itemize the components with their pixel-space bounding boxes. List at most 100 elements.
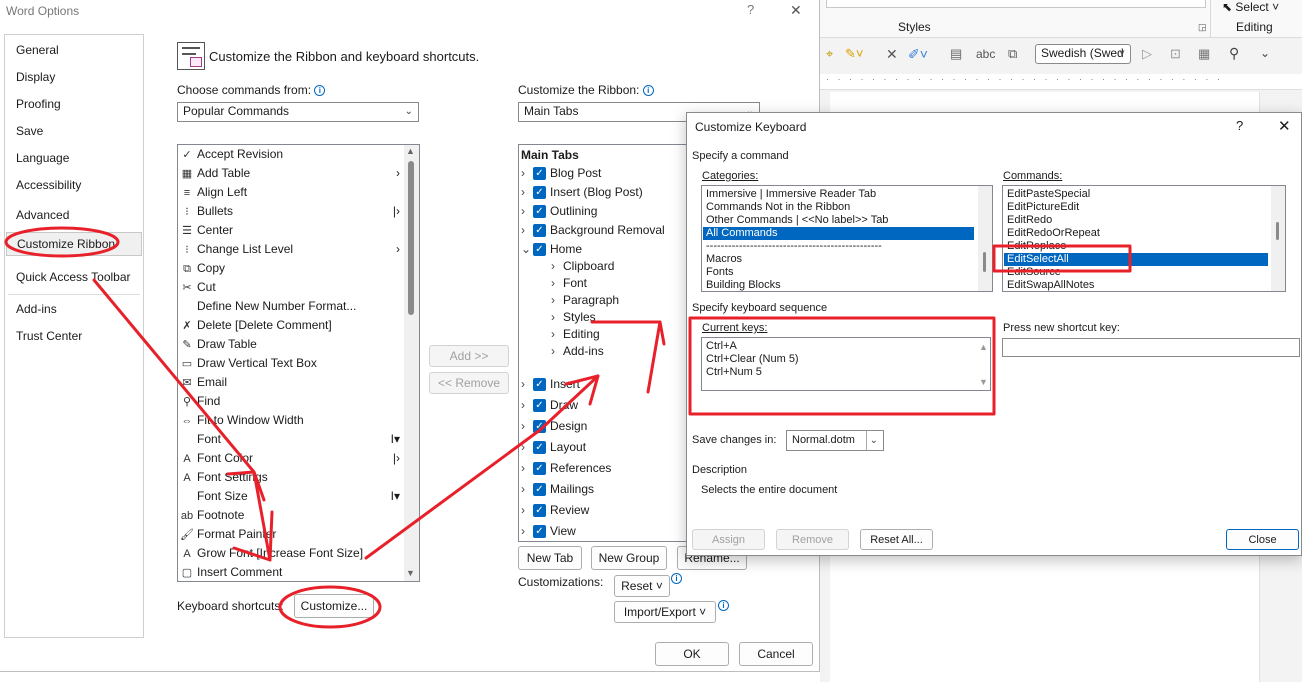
category-item[interactable]: Other Commands | <<No label>> Tab — [703, 214, 974, 227]
checkbox-icon[interactable]: ✓ — [533, 420, 546, 434]
remove-key-button[interactable]: Remove — [776, 529, 849, 550]
nav-item[interactable]: Advanced — [16, 206, 69, 224]
lock-icon[interactable]: ⊡ — [1170, 46, 1181, 62]
pen-icon[interactable]: ✐˅ — [908, 46, 928, 63]
kb-command-item[interactable]: EditRedo — [1004, 214, 1268, 227]
more-icon[interactable]: ⌄ — [1260, 46, 1270, 60]
command-list-item[interactable]: ✉ Email — [180, 373, 402, 392]
expand-icon[interactable]: › — [521, 221, 533, 240]
checkbox-icon[interactable]: ✓ — [533, 504, 546, 518]
checkbox-icon[interactable]: ✓ — [533, 525, 546, 539]
help-icon[interactable]: ? — [747, 2, 754, 17]
expand-icon[interactable]: › — [521, 438, 533, 457]
assign-button[interactable]: Assign — [692, 529, 765, 550]
expand-icon[interactable]: › — [521, 375, 533, 394]
expand-icon[interactable]: › — [521, 480, 533, 499]
highlight-icon[interactable]: ⌖ — [826, 46, 833, 62]
tree-item[interactable]: › ✓ Outlining — [521, 202, 597, 221]
press-new-input[interactable] — [1002, 338, 1300, 357]
sensitivity-icon[interactable]: ▷ — [1142, 46, 1152, 62]
styles-gallery-box[interactable] — [826, 0, 1206, 8]
language-dropdown[interactable]: Swedish (Swed ˅ — [1035, 44, 1131, 64]
close-icon[interactable]: ✕ — [790, 2, 802, 19]
command-list-item[interactable]: ⧉ Copy — [180, 259, 402, 278]
command-list-item[interactable]: A Font Color |› — [180, 449, 402, 468]
current-key-item[interactable]: Ctrl+Clear (Num 5) — [703, 353, 963, 366]
spelling-icon[interactable]: abc — [976, 47, 995, 61]
add-button[interactable]: Add >> — [429, 345, 509, 367]
save-changes-dropdown[interactable]: Normal.dotm ⌄ — [786, 430, 884, 451]
command-list-item[interactable]: Define New Number Format... — [180, 297, 402, 316]
checkbox-icon[interactable]: ✓ — [533, 205, 546, 219]
category-item[interactable]: All Commands — [703, 227, 974, 240]
expand-icon[interactable]: › — [521, 417, 533, 436]
tree-item[interactable]: › ✓ References — [521, 459, 611, 478]
command-list-item[interactable]: ▦ Add Table › — [180, 164, 402, 183]
scroll-down-icon[interactable]: ▼ — [979, 377, 988, 387]
translate-icon[interactable]: ⧉ — [1008, 46, 1017, 62]
kb-command-item[interactable]: EditSource — [1004, 266, 1268, 279]
kb-command-item[interactable]: EditSelectAll — [1004, 253, 1268, 266]
import-export-button[interactable]: Import/Export ˅ — [614, 601, 716, 623]
command-list-item[interactable]: ✎ Draw Table — [180, 335, 402, 354]
category-item[interactable]: Fonts — [703, 266, 974, 279]
highlight-color-icon[interactable]: ✎˅ — [845, 46, 863, 62]
checkbox-icon[interactable]: ✓ — [533, 224, 546, 238]
checkbox-icon[interactable]: ✓ — [533, 441, 546, 455]
new-tab-button[interactable]: New Tab — [518, 546, 582, 570]
scrollbar-thumb[interactable] — [983, 252, 986, 272]
kb-command-item[interactable]: EditRedoOrRepeat — [1004, 227, 1268, 240]
nav-item[interactable]: Accessibility — [16, 176, 81, 194]
cancel-button[interactable]: Cancel — [739, 642, 813, 666]
expand-icon[interactable]: › — [521, 396, 533, 415]
tree-item[interactable]: › ✓ Blog Post — [521, 164, 601, 183]
checkbox-icon[interactable]: ✓ — [533, 186, 546, 200]
nav-item[interactable]: Save — [16, 122, 43, 140]
expand-icon[interactable]: › — [551, 342, 563, 361]
tree-item[interactable]: › ✓ Layout — [521, 438, 586, 457]
customize-keyboard-button[interactable]: Customize... — [294, 594, 374, 618]
command-list-item[interactable]: ✓ Accept Revision — [180, 145, 402, 164]
kb-commands-list[interactable]: EditPasteSpecial EditPictureEdit EditRedo E… — [1002, 185, 1286, 292]
expand-icon[interactable]: › — [521, 183, 533, 202]
checkbox-icon[interactable]: ✓ — [533, 462, 546, 476]
command-list-item[interactable]: ▢ Insert Comment — [180, 563, 402, 581]
editor-icon[interactable]: ▦ — [1198, 46, 1210, 62]
command-list-item[interactable]: Font I▾ — [180, 430, 402, 449]
current-key-item[interactable]: Ctrl+Num 5 — [703, 366, 963, 379]
info-icon[interactable]: i — [671, 573, 682, 584]
checkbox-icon[interactable]: ✓ — [533, 399, 546, 413]
new-group-button[interactable]: New Group — [591, 546, 667, 570]
current-key-item[interactable]: Ctrl+A — [703, 340, 963, 353]
scrollbar-thumb[interactable] — [408, 161, 414, 315]
choose-commands-dropdown[interactable]: Popular Commands ⌄ — [177, 102, 419, 122]
categories-list[interactable]: Immersive | Immersive Reader Tab Commands… — [701, 185, 993, 292]
nav-item[interactable]: Display — [16, 68, 55, 86]
expand-icon[interactable]: › — [521, 522, 533, 541]
category-item[interactable]: Macros — [703, 253, 974, 266]
command-list-item[interactable]: Font Size I▾ — [180, 487, 402, 506]
kb-command-item[interactable]: EditSwapAllNotes — [1004, 279, 1268, 291]
scrollbar-thumb[interactable] — [1276, 222, 1279, 240]
expand-icon[interactable]: › — [521, 164, 533, 183]
scroll-up-icon[interactable]: ▲ — [979, 342, 988, 352]
tree-item[interactable]: › ✓ Mailings — [521, 480, 594, 499]
command-list-item[interactable]: ⁝ Bullets |› — [180, 202, 402, 221]
help-icon[interactable]: ? — [1236, 118, 1243, 133]
close-icon[interactable]: ✕ — [1278, 117, 1291, 135]
command-list-item[interactable]: ✂ Cut — [180, 278, 402, 297]
kb-command-item[interactable]: EditPasteSpecial — [1004, 188, 1268, 201]
nav-item[interactable]: General — [16, 41, 59, 59]
command-list-item[interactable]: ✗ Delete [Delete Comment] — [180, 316, 402, 335]
tree-item[interactable]: › ✓ Insert — [521, 375, 580, 394]
category-item[interactable]: ----------------------------------------… — [703, 240, 974, 253]
expand-icon[interactable]: › — [521, 459, 533, 478]
command-list-item[interactable]: ≡ Align Left — [180, 183, 402, 202]
nav-item[interactable]: Language — [16, 149, 69, 167]
info-icon[interactable]: i — [314, 85, 326, 97]
command-list-item[interactable]: ⁝ Change List Level › — [180, 240, 402, 259]
checkbox-icon[interactable]: ✓ — [533, 483, 546, 497]
command-list-item[interactable]: ab Footnote — [180, 506, 402, 525]
remove-button[interactable]: << Remove — [429, 372, 509, 394]
scrollbar[interactable] — [978, 186, 992, 291]
